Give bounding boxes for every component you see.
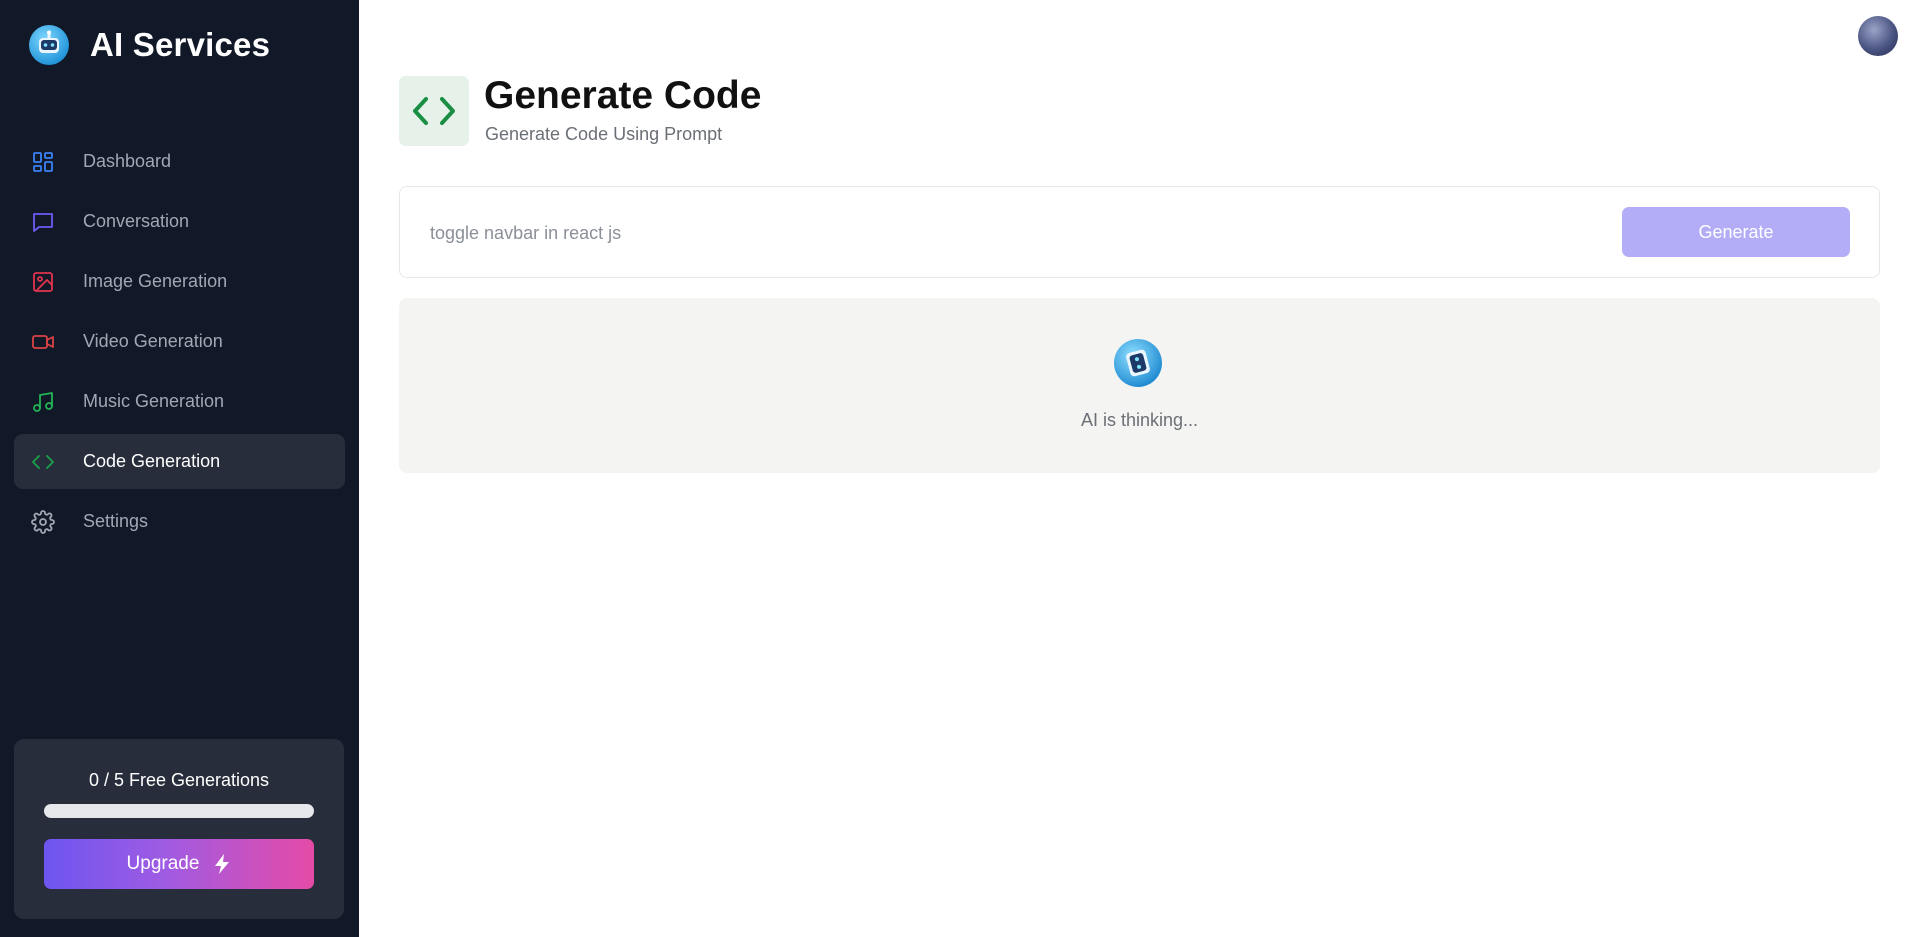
- sidebar-item-settings[interactable]: Settings: [14, 494, 345, 549]
- sidebar-item-label: Music Generation: [83, 391, 225, 411]
- sidebar-item-label: Image Generation: [83, 271, 228, 291]
- video-camera-icon: [30, 329, 56, 355]
- sidebar-item-code-generation[interactable]: Code Generation: [14, 434, 345, 489]
- page-subtitle: Generate Code Using Prompt: [485, 124, 723, 144]
- free-generations-progress: [44, 804, 314, 818]
- sidebar-item-video-generation[interactable]: Video Generation: [14, 314, 345, 369]
- page-title: Generate Code: [484, 74, 762, 117]
- prompt-input[interactable]: [430, 215, 1580, 251]
- sidebar-item-label: Code Generation: [83, 451, 221, 471]
- sidebar-item-music-generation[interactable]: Music Generation: [14, 374, 345, 429]
- brand[interactable]: AI Services: [28, 24, 270, 66]
- sidebar-item-label: Settings: [83, 511, 149, 531]
- upgrade-label: Upgrade: [126, 853, 200, 874]
- image-icon: [30, 269, 56, 295]
- sidebar-item-label: Conversation: [83, 211, 190, 231]
- lightning-bolt-icon: [213, 853, 231, 875]
- upgrade-button[interactable]: Upgrade: [44, 839, 314, 889]
- dashboard-grid-icon: [30, 149, 56, 175]
- thinking-panel: AI is thinking...: [399, 298, 1880, 473]
- free-generations-text: 0 / 5 Free Generations: [88, 770, 270, 790]
- sidebar-item-label: Dashboard: [83, 151, 172, 171]
- sidebar-item-label: Video Generation: [83, 331, 223, 351]
- thinking-text: AI is thinking...: [1080, 410, 1199, 430]
- code-brackets-icon: [413, 97, 455, 125]
- sidebar: AI Services Dashboard Conversation Image…: [0, 0, 359, 937]
- sidebar-item-image-generation[interactable]: Image Generation: [14, 254, 345, 309]
- gear-icon: [30, 509, 56, 535]
- chat-bubble-icon: [30, 209, 56, 235]
- robot-icon: [29, 25, 69, 65]
- ai-loader-icon: [1114, 339, 1162, 387]
- music-note-icon: [30, 389, 56, 415]
- generate-button[interactable]: Generate: [1622, 207, 1850, 257]
- user-avatar[interactable]: [1858, 16, 1898, 56]
- free-generations-card: 0 / 5 Free Generations Upgrade: [14, 739, 344, 919]
- brand-name: AI Services: [90, 26, 271, 63]
- code-brackets-icon: [30, 449, 56, 475]
- prompt-form: Generate: [399, 186, 1880, 278]
- sidebar-item-conversation[interactable]: Conversation: [14, 194, 345, 249]
- sidebar-item-dashboard[interactable]: Dashboard: [14, 134, 345, 189]
- sidebar-nav: Dashboard Conversation Image Generation: [14, 134, 345, 554]
- page-title-icon-box: [399, 76, 469, 146]
